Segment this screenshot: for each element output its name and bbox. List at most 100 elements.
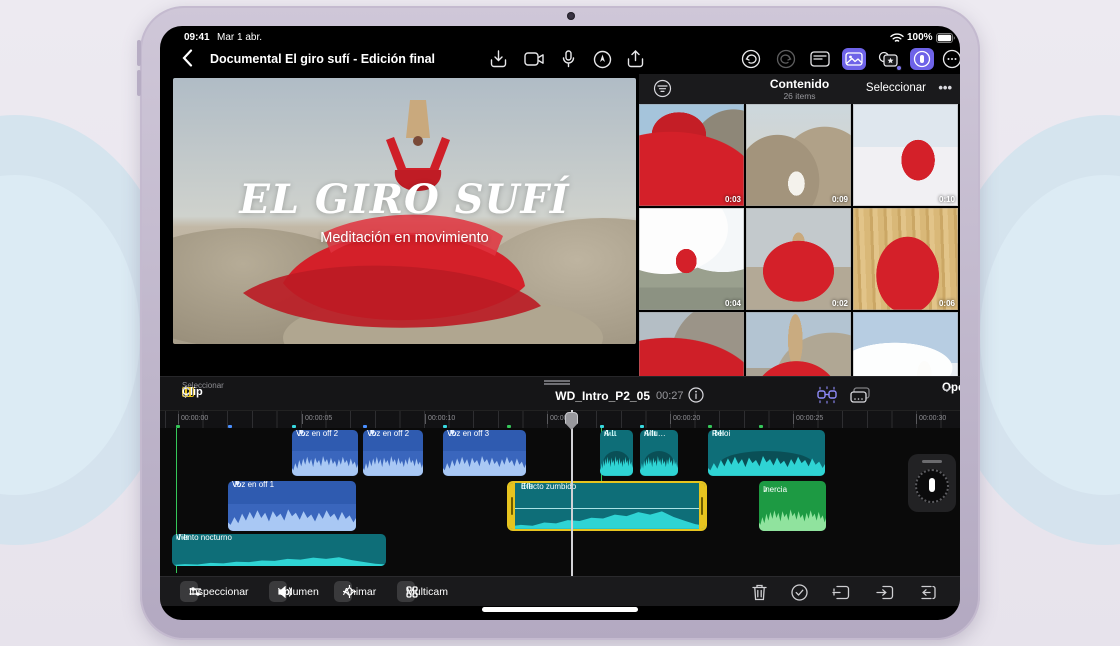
clip-marker <box>363 425 367 428</box>
clip-marker <box>708 425 712 428</box>
video-subtitle-overlay: Meditación en movimiento <box>173 230 636 246</box>
magnetic-timeline-icon[interactable] <box>815 385 839 405</box>
animate-button[interactable]: Animar <box>334 581 352 602</box>
browser-header: Contenido 26 items Seleccionar ••• <box>639 74 960 104</box>
clip-duration-badge: 0:09 <box>832 195 848 204</box>
ruler-tick: 00:00:00 <box>178 414 208 424</box>
volume-label: Volumen <box>278 586 319 598</box>
timeline-clip-voz-en-off-2b[interactable]: Voz en off 2 <box>363 430 423 476</box>
share-icon[interactable] <box>623 48 647 70</box>
effects-icon[interactable] <box>876 48 900 70</box>
clip-duration-badge: 0:03 <box>725 195 741 204</box>
multicam-button[interactable]: Multicam <box>397 581 415 602</box>
trim-handle-right[interactable] <box>699 483 705 529</box>
clip-label: Voz en off 1 <box>232 481 274 487</box>
select-button[interactable]: Seleccionar <box>866 82 926 94</box>
browser-photos-icon[interactable] <box>842 48 866 70</box>
titles-icon[interactable] <box>808 48 832 70</box>
viewer-pane: EL GIRO SUFÍ Meditación en movimiento 00… <box>160 74 637 376</box>
timeline-ruler[interactable]: 00:00:00 00:00:05 00:00:10 00:00:15 00:0… <box>160 410 960 428</box>
clip-marker <box>640 425 644 428</box>
record-voiceover-icon[interactable] <box>590 48 614 70</box>
stepper-chevrons-icon <box>182 386 190 398</box>
playhead-line[interactable] <box>571 410 573 576</box>
insert-clip-icon[interactable] <box>874 582 896 602</box>
clip-label: Viento nocturno <box>176 534 232 540</box>
trash-icon[interactable] <box>748 582 770 602</box>
media-thumbnail[interactable]: 0:02 <box>746 208 851 310</box>
undo-icon[interactable] <box>739 48 763 70</box>
check-circle-icon[interactable] <box>788 582 810 602</box>
timeline-clip-altu[interactable]: Altu… <box>640 430 678 476</box>
timeline-clip-inercia[interactable]: ♪Inercia <box>759 481 826 531</box>
media-thumbnail[interactable]: 0:04 <box>639 208 744 310</box>
media-thumbnail[interactable] <box>746 312 851 376</box>
video-title-overlay: EL GIRO SUFÍ <box>173 176 636 223</box>
animate-label: Animar <box>343 586 376 598</box>
clip-label: Voz en off 2 <box>296 430 338 436</box>
timeline-clip-voz-en-off-1[interactable]: Voz en off 1 <box>228 481 356 531</box>
timeline-clip-voz-en-off-2[interactable]: Voz en off 2 <box>292 430 358 476</box>
multicam-label: Multicam <box>406 586 448 598</box>
timeline-drag-handle[interactable] <box>544 380 570 385</box>
connected-clips-icon[interactable] <box>848 385 872 405</box>
media-thumbnail[interactable]: 0:06 <box>853 208 958 310</box>
clip-label: Voz en off 3 <box>447 430 489 436</box>
content-browser: Contenido 26 items Seleccionar ••• 0:03 … <box>639 74 960 376</box>
media-thumbnail[interactable]: 0:10 <box>853 104 958 206</box>
trim-handle-left[interactable] <box>509 483 515 529</box>
jog-drag-bar[interactable] <box>922 460 942 463</box>
jog-pointer <box>929 478 935 492</box>
volume-button-footer[interactable]: Volumen <box>269 581 287 602</box>
overwrite-clip-icon[interactable] <box>916 582 938 602</box>
back-button[interactable] <box>182 49 202 69</box>
timeline-clip-viento-nocturno[interactable]: Viento nocturno <box>172 534 386 566</box>
status-date: Mar 1 abr. <box>217 32 262 43</box>
connect-clip-icon[interactable] <box>830 582 852 602</box>
timeline-tracks[interactable]: Voz en off 2 Voz en off 2 Voz en off 3 A… <box>160 428 960 576</box>
media-thumbnail[interactable] <box>853 312 958 376</box>
media-thumbnail[interactable] <box>639 312 744 376</box>
clip-label: Inercia <box>763 485 787 494</box>
clip-duration-badge: 0:06 <box>939 299 955 308</box>
clip-label: Altu… <box>644 430 666 436</box>
jog-wheel-control[interactable] <box>908 454 956 512</box>
project-title: Documental El giro sufí - Edición final <box>210 52 435 66</box>
clip-duration-badge: 0:02 <box>832 299 848 308</box>
video-preview[interactable]: EL GIRO SUFÍ Meditación en movimiento <box>173 78 636 344</box>
volume-button <box>137 70 141 96</box>
volume-button <box>137 40 141 66</box>
mic-icon[interactable] <box>556 48 580 70</box>
timeline-clip-reloj[interactable]: Reloj <box>708 430 825 476</box>
browser-more-icon[interactable]: ••• <box>938 80 952 95</box>
timeline-clip-a[interactable]: A… <box>600 430 633 476</box>
final-cut-screen: 09:41 Mar 1 abr. 100% Documental El giro… <box>160 26 960 620</box>
timeline-clip-voz-en-off-3[interactable]: Voz en off 3 <box>443 430 526 476</box>
inspect-label: Inspeccionar <box>189 586 249 598</box>
clip-label: Reloj <box>712 430 730 436</box>
inspect-button[interactable]: Inspeccionar <box>180 581 198 602</box>
more-icon[interactable] <box>940 48 960 70</box>
battery-percent: 100% <box>907 32 933 43</box>
timeline-header: Seleccionar Clip WD_Intro_P2_05 00:27 <box>160 376 960 410</box>
effects-badge <box>896 65 902 71</box>
info-icon[interactable] <box>688 387 705 404</box>
ruler-tick: 00:00:20 <box>670 414 700 424</box>
ruler-tick: 00:00:05 <box>302 414 332 424</box>
redo-icon[interactable] <box>774 48 798 70</box>
ipad-device: 09:41 Mar 1 abr. 100% Documental El giro… <box>140 6 980 640</box>
bottom-toolbar: Inspeccionar Volumen Animar Multicam <box>160 576 960 606</box>
import-icon[interactable] <box>486 48 510 70</box>
jog-wheel-icon[interactable] <box>910 48 934 70</box>
clip-label: A… <box>604 430 617 436</box>
media-thumbnail[interactable]: 0:03 <box>639 104 744 206</box>
clip-label: Voz en off 2 <box>367 430 409 436</box>
home-indicator[interactable] <box>482 607 638 612</box>
clip-marker <box>292 425 296 428</box>
media-thumbnail[interactable]: 0:09 <box>746 104 851 206</box>
camera-icon[interactable] <box>522 48 546 70</box>
status-time: 09:41 <box>184 32 210 43</box>
clip-duration-badge: 0:04 <box>725 299 741 308</box>
timeline-clip-efecto-zumbido-selected[interactable]: Efecto zumbido <box>507 481 707 531</box>
front-camera <box>567 12 575 20</box>
